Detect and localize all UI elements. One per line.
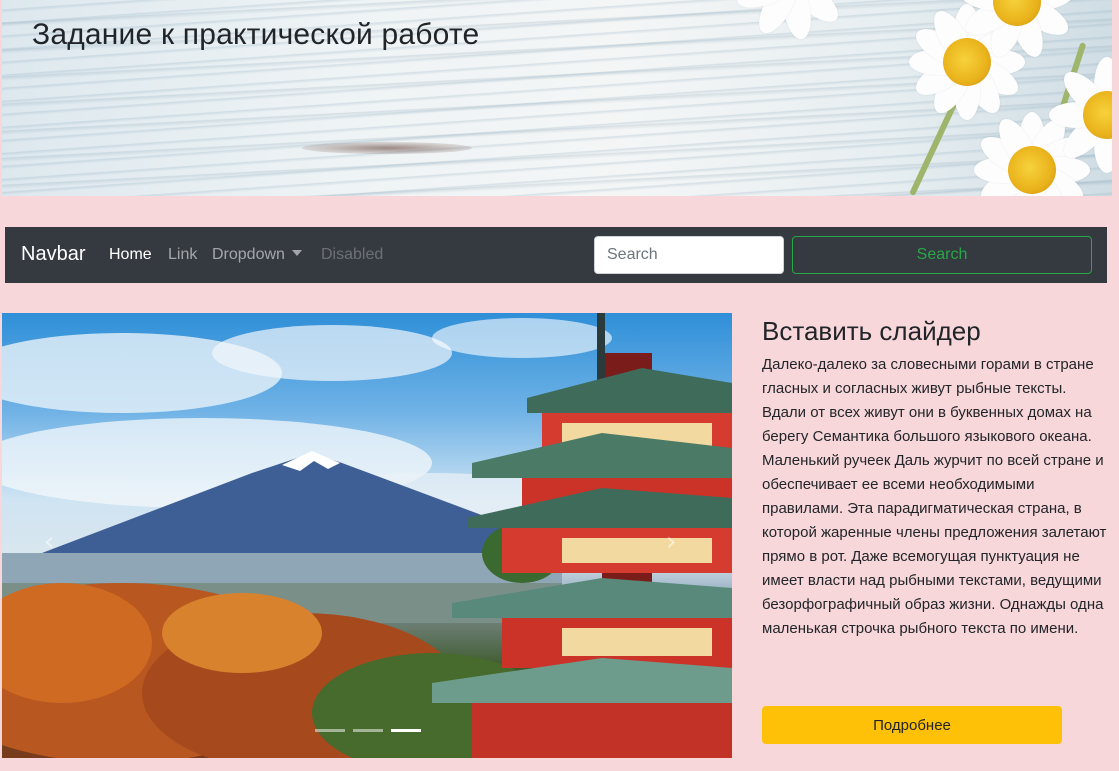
nav-item-disabled: Disabled [321, 246, 384, 263]
navbar: Navbar Home Link Dropdown Disabled Searc… [5, 227, 1107, 283]
nav-item-dropdown[interactable]: Dropdown [212, 246, 302, 264]
nav-item-dropdown-label: Dropdown [212, 246, 285, 263]
section-text: Далеко-далеко за словесными горами в стр… [762, 356, 1107, 637]
caret-down-icon [291, 250, 302, 256]
slide-image [2, 313, 732, 758]
more-button[interactable]: Подробнее [762, 706, 1062, 744]
carousel-indicator-active[interactable] [391, 729, 421, 732]
content-column: Вставить слайдер Далеко-далеко за словес… [762, 316, 1114, 641]
chevron-left-icon[interactable]: ‹ [44, 527, 54, 557]
image-carousel[interactable]: ‹ › [2, 313, 732, 758]
nav-item-home[interactable]: Home [109, 246, 152, 264]
wood-knot [302, 142, 472, 154]
carousel-indicator[interactable] [315, 729, 345, 732]
nav-item-link[interactable]: Link [168, 246, 197, 264]
section-title: Вставить слайдер [762, 316, 981, 346]
carousel-indicator[interactable] [353, 729, 383, 732]
header-banner: Задание к практической работе [2, 0, 1112, 196]
search-button[interactable]: Search [792, 236, 1092, 274]
search-input[interactable] [594, 236, 784, 274]
chevron-right-icon[interactable]: › [666, 527, 676, 557]
page-title: Задание к практической работе [32, 18, 480, 51]
carousel-indicators [315, 727, 425, 733]
navbar-brand[interactable]: Navbar [21, 243, 85, 266]
